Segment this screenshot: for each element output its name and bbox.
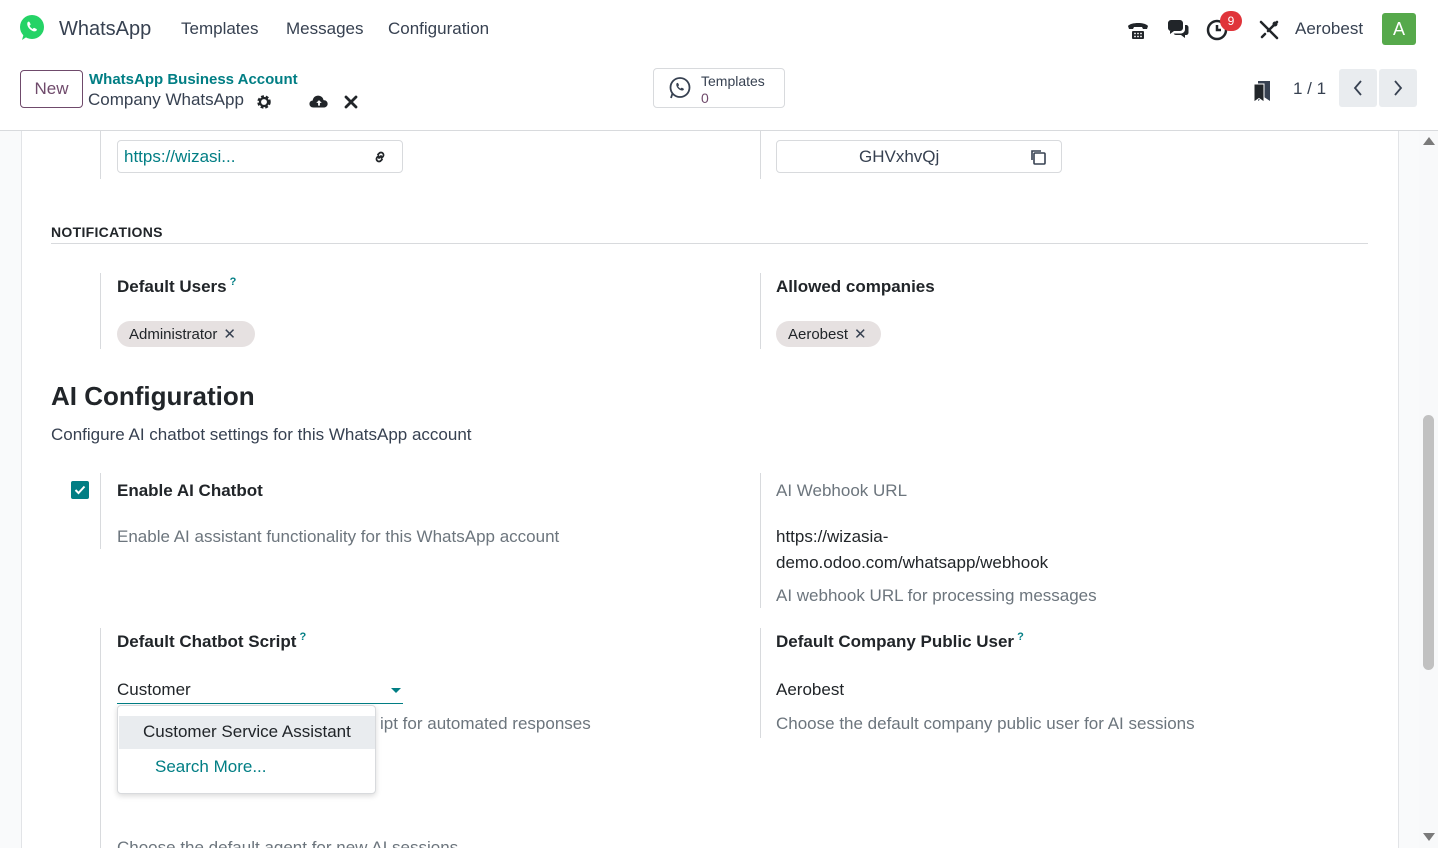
copy-icon[interactable] [1029, 148, 1047, 166]
tools-icon[interactable] [1256, 17, 1282, 43]
pager-value[interactable]: 1 / 1 [1293, 79, 1326, 99]
smart-button-label: Templates [701, 73, 765, 89]
link-icon[interactable] [372, 149, 388, 165]
ai-webhook-url-help: AI webhook URL for processing messages [776, 586, 1097, 605]
enable-ai-chatbot-help: Enable AI assistant functionality for th… [117, 527, 560, 546]
pager-next-button[interactable] [1379, 69, 1417, 107]
enable-ai-chatbot-label[interactable]: Enable AI Chatbot [117, 481, 263, 501]
default-user-tag: Administrator ✕ [117, 321, 255, 347]
checkmark-icon [74, 485, 86, 495]
chevron-left-icon [1353, 80, 1362, 96]
group-divider [760, 131, 761, 179]
company-switcher[interactable]: Aerobest [1295, 19, 1363, 39]
discard-icon[interactable] [344, 95, 358, 109]
bookmark-icon[interactable] [1252, 80, 1272, 102]
callback-url-value[interactable]: https://wizasi... [124, 147, 235, 167]
breadcrumb-current: Company WhatsApp [88, 90, 244, 109]
autocomplete-dropdown: Customer Service Assistant Search More..… [117, 705, 376, 794]
verify-token-value: GHVxhvQj [859, 147, 940, 166]
app-title[interactable]: WhatsApp [59, 18, 151, 41]
help-tooltip-icon[interactable]: ? [230, 276, 237, 288]
templates-smart-button[interactable]: Templates 0 [653, 68, 785, 108]
pager-previous-button[interactable] [1339, 69, 1377, 107]
remove-tag-icon[interactable]: ✕ [854, 325, 867, 343]
cloud-upload-icon[interactable] [309, 93, 329, 111]
search-more-link[interactable]: Search More... [155, 757, 267, 777]
default-chatbot-script-select[interactable]: Customer [117, 678, 403, 704]
chevron-down-icon[interactable] [391, 688, 401, 693]
cut-off-help-text: Choose the default agent for new AI sess… [117, 838, 459, 848]
group-divider [760, 473, 761, 608]
remove-tag-icon[interactable]: ✕ [223, 325, 236, 343]
ai-webhook-url-value-line2: demo.odoo.com/whatsapp/webhook [776, 553, 1049, 572]
control-panel: New WhatsApp Business Account Company Wh… [0, 60, 1438, 131]
scroll-up-arrow-icon[interactable] [1423, 137, 1435, 145]
ai-config-subtitle: Configure AI chatbot settings for this W… [51, 425, 472, 444]
default-public-user-help: Choose the default company public user f… [776, 714, 1195, 733]
whatsapp-logo-icon[interactable] [18, 14, 46, 42]
chevron-right-icon [1394, 80, 1403, 96]
help-tooltip-icon[interactable]: ? [1017, 631, 1024, 643]
allowed-company-tag: Aerobest ✕ [776, 321, 881, 347]
smart-button-count: 0 [701, 90, 709, 106]
group-divider [100, 628, 101, 848]
gear-icon[interactable] [255, 93, 273, 111]
default-public-user-value[interactable]: Aerobest [776, 680, 844, 700]
phone-icon[interactable] [1125, 17, 1151, 43]
tag-label: Administrator [129, 325, 218, 343]
menu-configuration[interactable]: Configuration [388, 19, 489, 39]
whatsapp-icon [669, 77, 691, 99]
tag-label: Aerobest [788, 325, 849, 343]
ai-webhook-url-label: AI Webhook URL [776, 481, 908, 500]
default-chatbot-script-help: ipt for automated responses [380, 714, 591, 733]
group-divider [100, 273, 101, 349]
ai-webhook-url-value-line1: https://wizasia- [776, 527, 889, 546]
activity-badge: 9 [1220, 11, 1242, 31]
scrollbar-thumb[interactable] [1423, 415, 1434, 670]
default-chatbot-script-label: Default Chatbot Script? [117, 631, 307, 651]
breadcrumb-parent[interactable]: WhatsApp Business Account [89, 71, 298, 88]
help-tooltip-icon[interactable]: ? [299, 631, 306, 643]
dropdown-option[interactable]: Customer Service Assistant [119, 716, 375, 749]
scroll-down-arrow-icon[interactable] [1423, 833, 1435, 841]
group-divider [760, 628, 761, 738]
notifications-section-title: NOTIFICATIONS [51, 224, 163, 240]
top-navbar: WhatsApp Templates Messages Configuratio… [0, 0, 1438, 60]
new-button[interactable]: New [20, 70, 83, 108]
default-public-user-label: Default Company Public User? [776, 631, 1024, 651]
callback-url-field[interactable]: https://wizasi... [117, 140, 403, 173]
ai-config-title: AI Configuration [51, 381, 255, 411]
menu-templates[interactable]: Templates [181, 19, 258, 39]
menu-messages[interactable]: Messages [286, 19, 363, 39]
section-separator [51, 243, 1368, 244]
group-divider [100, 473, 101, 549]
chat-icon[interactable] [1165, 17, 1191, 43]
enable-ai-chatbot-checkbox[interactable] [71, 481, 89, 499]
default-users-label: Default Users? [117, 276, 237, 296]
allowed-companies-label: Allowed companies [776, 277, 935, 296]
verify-token-field[interactable]: GHVxhvQj [776, 140, 1062, 173]
user-avatar[interactable]: A [1382, 13, 1416, 45]
chatbot-script-input[interactable]: Customer [117, 680, 191, 700]
group-divider [100, 131, 101, 179]
group-divider [760, 273, 761, 349]
